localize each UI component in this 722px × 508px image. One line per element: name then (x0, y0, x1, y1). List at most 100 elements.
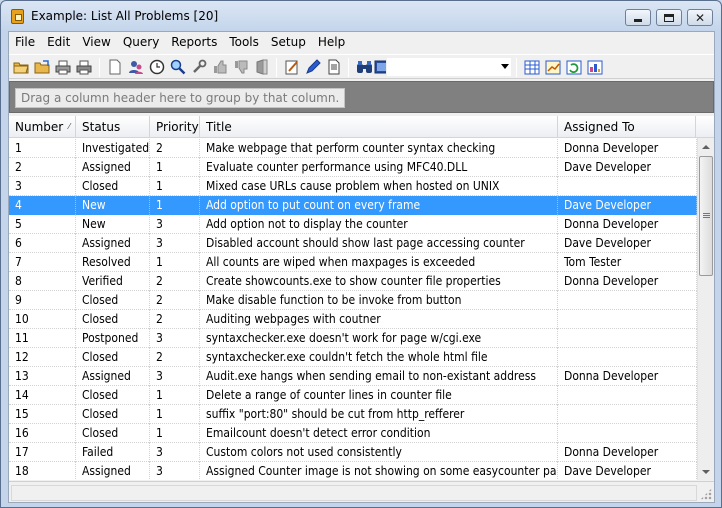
column-header-label: Number (15, 120, 64, 134)
refresh-grid-icon[interactable] (565, 58, 583, 76)
cell-priority: 3 (150, 367, 200, 386)
cell-title: Create showcounts.exe to show counter fi… (200, 272, 558, 291)
chevron-down-icon[interactable] (501, 64, 509, 69)
cell-number: 13 (9, 367, 76, 386)
print-preview-icon[interactable] (75, 58, 93, 76)
table-row[interactable]: 14 Closed 1 Delete a range of counter lines… (9, 386, 697, 405)
cell-priority: 3 (150, 215, 200, 234)
table-row[interactable]: 7 Resolved 1 All counts are wiped when maxp… (9, 253, 697, 272)
cell-number: 7 (9, 253, 76, 272)
cell-assigned-to (558, 405, 697, 424)
group-by-panel[interactable]: Drag a column header here to group by th… (9, 81, 714, 113)
clock-icon[interactable] (148, 58, 166, 76)
cell-status: Investigated (76, 139, 150, 158)
table-row[interactable]: 4 New 1 Add option to put count on every fr… (9, 196, 697, 215)
table-row[interactable]: 1 Investigated 2 Make webpage that perform … (9, 139, 697, 158)
cell-title: Add option not to display the counter (200, 215, 558, 234)
table-row[interactable]: 13 Assigned 3 Audit.exe hangs when sending … (9, 367, 697, 386)
column-header-number[interactable]: Number ⁄ (9, 116, 76, 138)
title-bar[interactable]: Example: List All Problems [20] ✕ (1, 1, 721, 31)
scroll-up-button[interactable] (698, 138, 714, 155)
table-row[interactable]: 9 Closed 2 Make disable function to be invo… (9, 291, 697, 310)
cell-title: Assigned Counter image is not showing on… (200, 462, 558, 480)
table-row[interactable]: 5 New 3 Add option not to display the count… (9, 215, 697, 234)
minimize-button[interactable] (625, 9, 651, 26)
menu-file[interactable]: File (9, 32, 41, 53)
edit-icon[interactable] (283, 58, 301, 76)
toolbar-combo[interactable] (386, 57, 512, 77)
cell-title: Emailcount doesn't detect error conditio… (200, 424, 558, 443)
cell-status: Resolved (76, 253, 150, 272)
scroll-down-button[interactable] (698, 463, 714, 480)
thumbs-up-icon[interactable] (211, 58, 229, 76)
menu-reports[interactable]: Reports (165, 32, 223, 53)
table-row[interactable]: 17 Failed 3 Custom colors not used consiste… (9, 443, 697, 462)
table-row[interactable]: 10 Closed 2 Auditing webpages with coutner (9, 310, 697, 329)
menu-bar: File Edit View Query Reports Tools Setup… (9, 32, 714, 53)
resize-grip-icon[interactable] (700, 488, 712, 500)
table-row[interactable]: 6 Assigned 3 Disabled account should show l… (9, 234, 697, 253)
thumbs-down-icon[interactable] (232, 58, 250, 76)
table-row[interactable]: 11 Postponed 3 syntaxchecker.exe doesn't wo… (9, 329, 697, 348)
scroll-thumb[interactable] (699, 156, 713, 276)
vertical-scrollbar[interactable] (697, 138, 714, 480)
binoculars-icon[interactable] (355, 58, 373, 76)
users-icon[interactable] (127, 58, 145, 76)
maximize-button[interactable] (656, 9, 682, 26)
cell-title: Make disable function to be invoke from … (200, 291, 558, 310)
cell-priority: 2 (150, 291, 200, 310)
menu-tools[interactable]: Tools (223, 32, 265, 53)
column-header-assigned-to[interactable]: Assigned To (558, 116, 696, 138)
column-header-priority[interactable]: Priority (150, 116, 200, 138)
table-row[interactable]: 3 Closed 1 Mixed case URLs cause problem wh… (9, 177, 697, 196)
cell-title: Disabled account should show last page a… (200, 234, 558, 253)
cell-status: New (76, 196, 150, 215)
menu-edit[interactable]: Edit (41, 32, 76, 53)
cell-number: 9 (9, 291, 76, 310)
cell-title: Add option to put count on every frame (200, 196, 558, 215)
cell-assigned-to: Donna Developer (558, 139, 697, 158)
cell-assigned-to: Donna Developer (558, 272, 697, 291)
tools-icon[interactable] (190, 58, 208, 76)
cell-priority: 2 (150, 310, 200, 329)
page-icon[interactable] (325, 58, 343, 76)
close-button[interactable]: ✕ (687, 9, 713, 26)
minimize-icon (634, 18, 642, 22)
table-row[interactable]: 16 Closed 1 Emailcount doesn't detect error… (9, 424, 697, 443)
toolbar-separator (516, 58, 517, 77)
grid-icon[interactable] (523, 58, 541, 76)
cell-number: 2 (9, 158, 76, 177)
cell-status: Closed (76, 405, 150, 424)
new-document-icon[interactable] (106, 58, 124, 76)
cell-title: Evaluate counter performance using MFC40… (200, 158, 558, 177)
menu-query[interactable]: Query (117, 32, 165, 53)
table-row[interactable]: 8 Verified 2 Create showcounts.exe to show … (9, 272, 697, 291)
menu-help[interactable]: Help (312, 32, 351, 53)
cell-priority: 1 (150, 196, 200, 215)
app-icon[interactable] (11, 9, 24, 24)
print-icon[interactable] (54, 58, 72, 76)
table-row[interactable]: 2 Assigned 1 Evaluate counter performance u… (9, 158, 697, 177)
problems-grid[interactable]: Number ⁄ Status Priority Title Assigned … (9, 116, 714, 480)
open-folder-icon[interactable] (12, 58, 30, 76)
status-bar (9, 481, 714, 502)
column-header-status[interactable]: Status (76, 116, 150, 138)
archive-icon[interactable] (253, 58, 271, 76)
table-row[interactable]: 12 Closed 2 syntaxchecker.exe couldn't fetc… (9, 348, 697, 367)
menu-view[interactable]: View (76, 32, 116, 53)
cell-assigned-to: Dave Developer (558, 196, 697, 215)
column-header-title[interactable]: Title (200, 116, 558, 138)
chart-icon[interactable] (544, 58, 562, 76)
toolbar-separator (276, 58, 277, 77)
report-icon[interactable] (586, 58, 604, 76)
table-row[interactable]: 18 Assigned 3 Assigned Counter image is not… (9, 462, 697, 480)
table-row[interactable]: 15 Closed 1 suffix "port:80" should be cut … (9, 405, 697, 424)
pen-icon[interactable] (304, 58, 322, 76)
app-window: Example: List All Problems [20] ✕ File E… (0, 0, 722, 508)
find-icon[interactable] (169, 58, 187, 76)
menu-setup[interactable]: Setup (265, 32, 312, 53)
cell-status: Postponed (76, 329, 150, 348)
open-file-icon[interactable] (33, 58, 51, 76)
cell-assigned-to: Donna Developer (558, 215, 697, 234)
toolbar (9, 54, 714, 79)
